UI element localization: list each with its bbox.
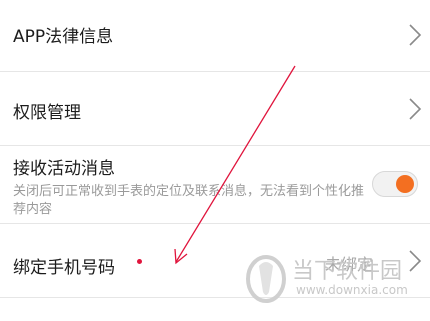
settings-item-label: 权限管理 [13, 103, 81, 123]
annotation-dot [137, 259, 142, 264]
settings-item-label: 接收活动消息 [13, 159, 115, 179]
settings-item-permissions[interactable]: 权限管理 [0, 72, 430, 145]
activity-messages-toggle[interactable] [372, 171, 418, 197]
watermark-brand: 当下软件园 [292, 259, 403, 284]
chevron-right-icon [409, 250, 422, 272]
chevron-right-icon [409, 98, 422, 120]
settings-item-legal-info[interactable]: APP法律信息 [0, 0, 430, 70]
settings-item-activity-messages: 接收活动消息 关闭后可正常收到手表的定位及联系消息，无法看到个性化推荐内容 [0, 146, 430, 223]
toggle-knob [396, 175, 414, 193]
watermark-url: www.downxia.com [296, 283, 408, 297]
settings-item-label: APP法律信息 [13, 27, 114, 47]
chevron-right-icon [409, 24, 422, 46]
settings-item-description: 关闭后可正常收到手表的定位及联系消息，无法看到个性化推荐内容 [13, 184, 365, 217]
watermark-logo-icon [246, 255, 286, 303]
divider [0, 297, 430, 298]
settings-item-label: 绑定手机号码 [13, 258, 115, 278]
